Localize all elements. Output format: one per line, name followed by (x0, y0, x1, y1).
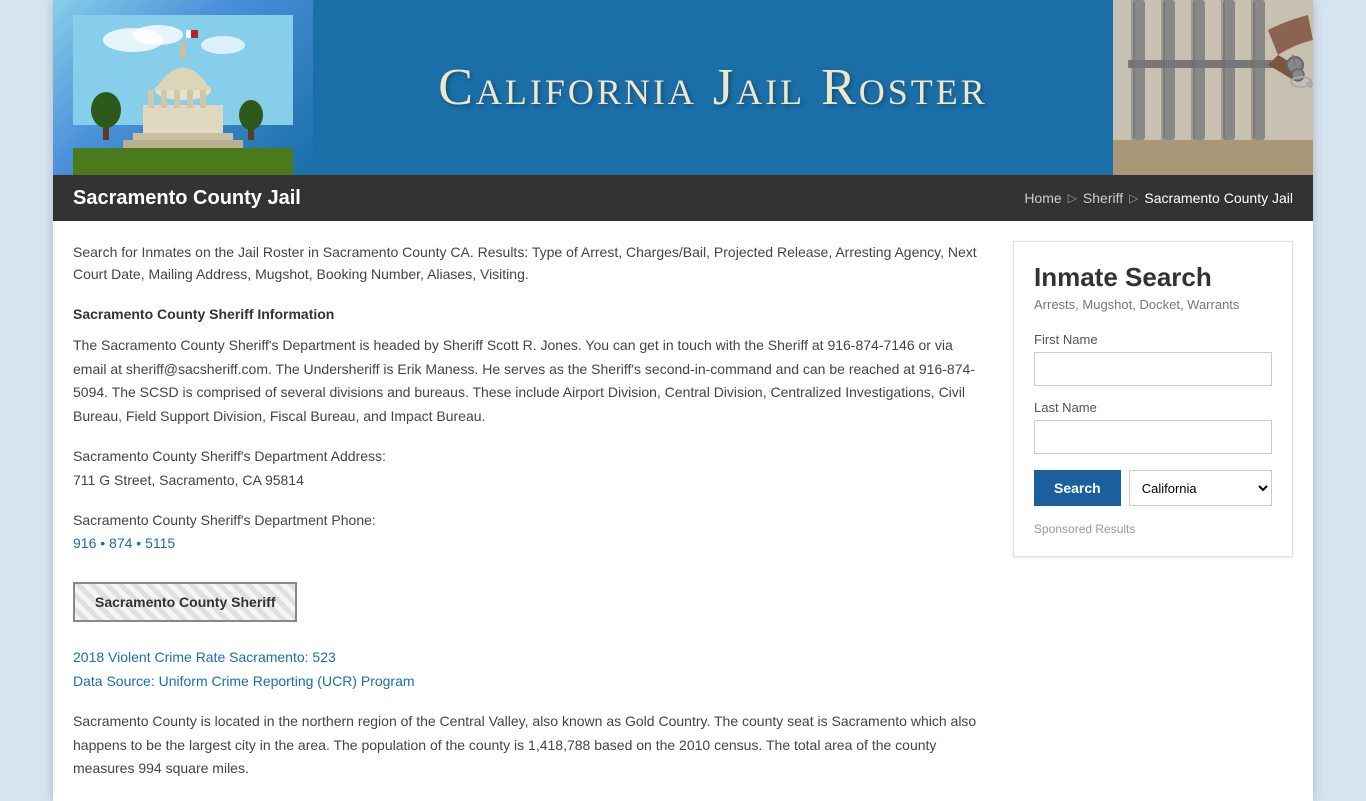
state-select[interactable]: California Alabama Alaska Arizona Colora… (1129, 470, 1272, 506)
intro-paragraph: Search for Inmates on the Jail Roster in… (73, 241, 983, 286)
nav-page-title: Sacramento County Jail (73, 187, 301, 210)
sponsored-results-label: Sponsored Results (1034, 522, 1272, 536)
address-label: Sacramento County Sheriff's Department A… (73, 445, 983, 469)
crime-stat-line1: 2018 Violent Crime Rate Sacramento: 523 (73, 646, 983, 670)
right-sidebar: Inmate Search Arrests, Mugshot, Docket, … (1013, 241, 1293, 781)
section-heading: Sacramento County Sheriff Information (73, 306, 983, 322)
breadcrumb-home[interactable]: Home (1024, 190, 1061, 206)
search-button[interactable]: Search (1034, 470, 1121, 506)
header-banner: California Jail Roster (53, 0, 1313, 175)
sheriff-button[interactable]: Sacramento County Sheriff (73, 582, 297, 622)
crime-stat-line2: Data Source: Uniform Crime Reporting (UC… (73, 670, 983, 694)
page-wrapper: California Jail Roster (53, 0, 1313, 801)
inmate-search-title: Inmate Search (1034, 262, 1272, 293)
breadcrumb-sheriff[interactable]: Sheriff (1083, 190, 1123, 206)
first-name-label: First Name (1034, 332, 1272, 347)
county-description: Sacramento County is located in the nort… (73, 710, 983, 781)
address-value: 711 G Street, Sacramento, CA 95814 (73, 469, 983, 493)
search-row: Search California Alabama Alaska Arizona… (1034, 470, 1272, 506)
phone-label: Sacramento County Sheriff's Department P… (73, 509, 983, 533)
inmate-search-subtitle: Arrests, Mugshot, Docket, Warrants (1034, 297, 1272, 312)
header-center: California Jail Roster (313, 58, 1113, 117)
breadcrumb-current: Sacramento County Jail (1144, 190, 1293, 206)
header-left-image (53, 0, 313, 175)
first-name-group: First Name (1034, 332, 1272, 386)
breadcrumb: Home ▷ Sheriff ▷ Sacramento County Jail (1024, 190, 1293, 206)
sheriff-info-text: The Sacramento County Sheriff's Departme… (73, 334, 983, 429)
phone-value: 916 • 874 • 5115 (73, 532, 983, 556)
address-block: Sacramento County Sheriff's Department A… (73, 445, 983, 493)
site-title: California Jail Roster (438, 58, 988, 117)
last-name-label: Last Name (1034, 400, 1272, 415)
main-content: Search for Inmates on the Jail Roster in… (53, 221, 1313, 801)
last-name-input[interactable] (1034, 420, 1272, 454)
inmate-search-box: Inmate Search Arrests, Mugshot, Docket, … (1013, 241, 1293, 557)
header-right-image (1113, 0, 1313, 175)
last-name-group: Last Name (1034, 400, 1272, 454)
phone-block: Sacramento County Sheriff's Department P… (73, 509, 983, 557)
left-content: Search for Inmates on the Jail Roster in… (73, 241, 993, 781)
breadcrumb-sep-1: ▷ (1068, 191, 1077, 205)
nav-bar: Sacramento County Jail Home ▷ Sheriff ▷ … (53, 175, 1313, 221)
crime-stats-block: 2018 Violent Crime Rate Sacramento: 523 … (73, 646, 983, 694)
first-name-input[interactable] (1034, 352, 1272, 386)
breadcrumb-sep-2: ▷ (1129, 191, 1138, 205)
